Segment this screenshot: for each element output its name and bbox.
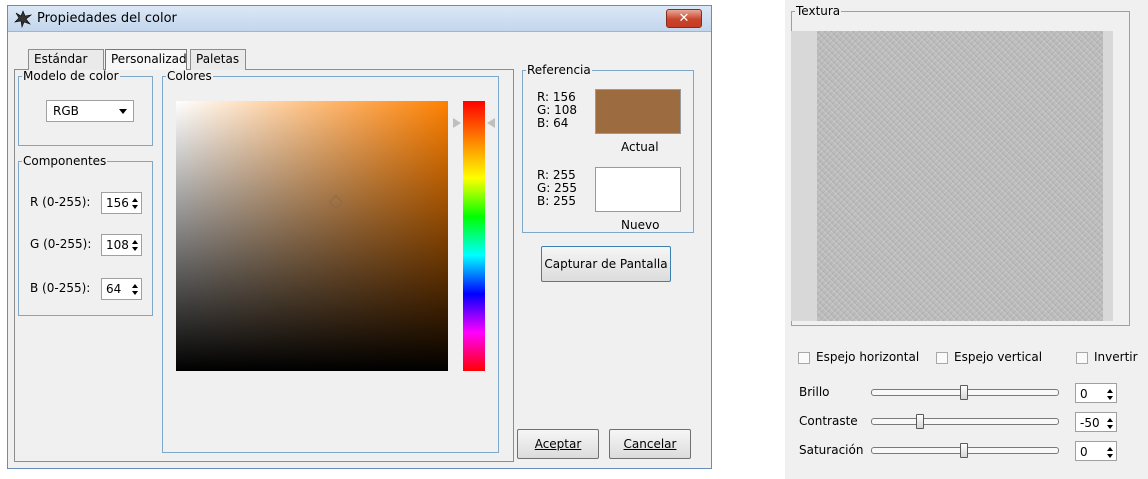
spin-up-icon[interactable] <box>1107 447 1113 451</box>
tab-personalizado[interactable]: Personalizado <box>105 49 187 70</box>
colors-group: Colores <box>162 69 499 453</box>
brightness-value: 0 <box>1080 387 1088 401</box>
contrast-slider[interactable] <box>871 414 1059 429</box>
nuevo-caption: Nuevo <box>621 218 660 232</box>
title-bar: Propiedades del color ✕ <box>8 6 711 32</box>
components-legend: Componentes <box>23 154 107 168</box>
spin-up-icon[interactable] <box>132 284 138 288</box>
hue-marker-left-icon[interactable] <box>453 118 461 128</box>
new-color-swatch <box>595 167 681 212</box>
contrast-label: Contraste <box>799 414 858 428</box>
b-label: B (0-255): <box>30 281 91 295</box>
actual-caption: Actual <box>621 140 659 154</box>
saturation-slider[interactable] <box>871 443 1059 458</box>
spin-up-icon[interactable] <box>132 198 138 202</box>
color-model-legend: Modelo de color <box>23 69 119 83</box>
tab-paletas[interactable]: Paletas <box>190 49 246 70</box>
r-label: R (0-255): <box>30 195 91 209</box>
spin-up-icon[interactable] <box>132 240 138 244</box>
contrast-value: -50 <box>1080 416 1100 430</box>
texture-panel: Textura Espejo horizontal Espejo vertica… <box>785 0 1148 479</box>
texture-legend: Textura <box>796 4 841 18</box>
color-properties-dialog: Propiedades del color ✕ Estándar Persona… <box>7 5 712 469</box>
r-value: 156 <box>106 196 129 210</box>
texture-edge-left <box>791 31 817 321</box>
texture-preview <box>791 31 1113 321</box>
saturation-value-field[interactable] <box>176 101 448 371</box>
spin-down-icon[interactable] <box>1107 425 1113 429</box>
mirror-vertical-label: Espejo vertical <box>954 350 1043 364</box>
spin-down-icon[interactable] <box>132 291 138 295</box>
saturation-value: 0 <box>1080 445 1088 459</box>
tab-estandar[interactable]: Estándar <box>28 49 104 70</box>
chevron-down-icon <box>119 109 127 114</box>
colors-legend: Colores <box>167 69 212 83</box>
g-value: 108 <box>106 238 129 252</box>
nuevo-rgb-text: R: 255 G: 255 B: 255 <box>537 168 578 208</box>
brightness-label: Brillo <box>799 385 830 399</box>
hue-marker-right-icon[interactable] <box>487 118 495 128</box>
texture-edge-right <box>1103 31 1113 321</box>
color-picker-handle[interactable] <box>328 194 344 210</box>
app-icon <box>14 10 32 28</box>
close-button[interactable]: ✕ <box>666 9 702 28</box>
contrast-spinner[interactable]: -50 <box>1075 412 1117 432</box>
r-spinner[interactable]: 156 <box>101 192 142 214</box>
b-spinner[interactable]: 64 <box>101 278 142 300</box>
actual-color-swatch <box>595 89 681 134</box>
close-icon: ✕ <box>678 11 690 26</box>
spin-down-icon[interactable] <box>132 205 138 209</box>
invert-label: Invertir <box>1094 350 1138 364</box>
capture-screen-button[interactable]: Capturar de Pantalla <box>541 246 671 282</box>
brightness-spinner[interactable]: 0 <box>1075 383 1117 403</box>
spin-down-icon[interactable] <box>1107 454 1113 458</box>
brightness-slider[interactable] <box>871 385 1059 400</box>
g-spinner[interactable]: 108 <box>101 234 142 256</box>
mirror-horizontal-checkbox[interactable] <box>798 352 810 364</box>
invert-checkbox[interactable] <box>1076 352 1088 364</box>
brightness-thumb[interactable] <box>960 385 968 400</box>
saturation-label: Saturación <box>799 443 864 457</box>
cancel-button[interactable]: Cancelar <box>609 429 691 459</box>
saturation-spinner[interactable]: 0 <box>1075 441 1117 461</box>
reference-group: Referencia R: 156 G: 108 B: 64 Actual R:… <box>522 63 694 233</box>
actual-rgb-text: R: 156 G: 108 B: 64 <box>537 90 578 130</box>
b-value: 64 <box>106 282 122 296</box>
reference-legend: Referencia <box>527 63 591 77</box>
color-model-select[interactable]: RGB <box>46 100 134 122</box>
spin-up-icon[interactable] <box>1107 389 1113 393</box>
mirror-vertical-checkbox[interactable] <box>936 352 948 364</box>
color-model-value: RGB <box>53 104 79 118</box>
components-group: Componentes R (0-255): 156 G (0-255): 10… <box>18 154 153 316</box>
g-label: G (0-255): <box>30 237 92 251</box>
spin-down-icon[interactable] <box>132 247 138 251</box>
spin-up-icon[interactable] <box>1107 418 1113 422</box>
accept-button[interactable]: Aceptar <box>517 429 599 459</box>
color-model-group: Modelo de color RGB <box>18 69 153 146</box>
window-title: Propiedades del color <box>37 11 177 26</box>
hue-slider[interactable] <box>463 101 485 371</box>
contrast-thumb[interactable] <box>916 414 924 429</box>
saturation-thumb[interactable] <box>960 443 968 458</box>
mirror-horizontal-label: Espejo horizontal <box>816 350 920 364</box>
spin-down-icon[interactable] <box>1107 396 1113 400</box>
